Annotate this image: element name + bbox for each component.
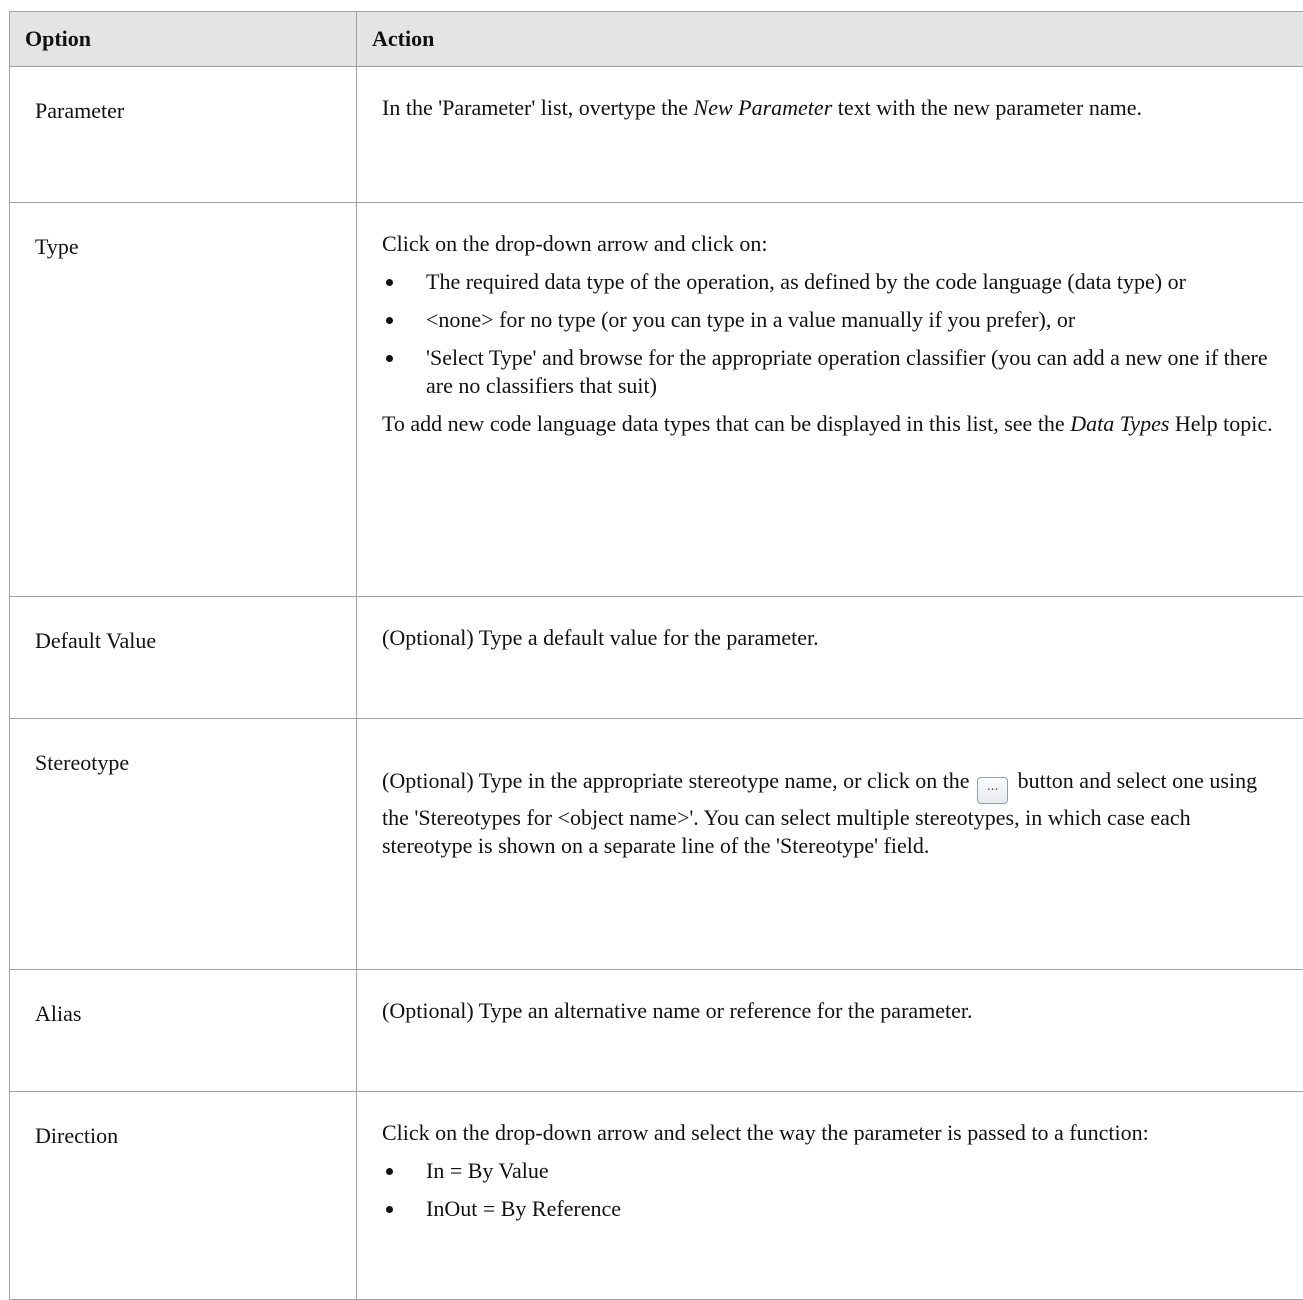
bullet-icon [386, 1206, 393, 1213]
option-cell-parameter: Parameter [10, 67, 357, 203]
ellipsis-button-image: ... [977, 777, 1008, 804]
type-intro-text: Click on the drop-down arrow and click o… [382, 230, 1283, 258]
data-types-topic-link: Data Types [1070, 411, 1169, 436]
option-cell-default-value: Default Value [10, 597, 357, 719]
bullet-icon [386, 1168, 393, 1175]
action-cell-parameter: In the 'Parameter' list, overtype the Ne… [357, 67, 1303, 203]
list-item: The required data type of the operation,… [382, 268, 1283, 296]
type-outro-text: To add new code language data types that… [382, 410, 1283, 438]
list-item: <none> for no type (or you can type in a… [382, 306, 1283, 334]
option-column-header: Option [10, 12, 357, 67]
stereotype-text-before: (Optional) Type in the appropriate stere… [382, 768, 975, 793]
table-row-parameter: Parameter In the 'Parameter' list, overt… [10, 67, 1303, 203]
parameter-text-before: In the 'Parameter' list, overtype the [382, 95, 694, 120]
type-outro-before: To add new code language data types that… [382, 411, 1070, 436]
alias-text: (Optional) Type an alternative name or r… [382, 997, 1283, 1025]
table-row-type: Type Click on the drop-down arrow and cl… [10, 203, 1303, 597]
action-cell-stereotype: (Optional) Type in the appropriate stere… [357, 719, 1303, 970]
type-outro-after: Help topic. [1169, 411, 1272, 436]
table-header-row: Option Action [10, 12, 1303, 67]
table-row-direction: Direction Click on the drop-down arrow a… [10, 1092, 1303, 1300]
list-item: InOut = By Reference [382, 1195, 1283, 1223]
stereotype-action-text: (Optional) Type in the appropriate stere… [382, 767, 1283, 860]
table-row-default-value: Default Value (Optional) Type a default … [10, 597, 1303, 719]
option-cell-type: Type [10, 203, 357, 597]
action-cell-default-value: (Optional) Type a default value for the … [357, 597, 1303, 719]
default-value-text: (Optional) Type a default value for the … [382, 624, 1283, 652]
type-bullet-text: <none> for no type (or you can type in a… [426, 307, 1075, 332]
parameter-text-after: text with the new parameter name. [832, 95, 1142, 120]
type-bullet-text: 'Select Type' and browse for the appropr… [426, 345, 1268, 398]
options-table: Option Action Parameter In the 'Paramete… [9, 11, 1303, 1300]
direction-bullet-list: In = By Value InOut = By Reference [382, 1157, 1283, 1223]
bullet-icon [386, 355, 393, 362]
list-item: In = By Value [382, 1157, 1283, 1185]
list-item: 'Select Type' and browse for the appropr… [382, 344, 1283, 400]
action-cell-type: Click on the drop-down arrow and click o… [357, 203, 1303, 597]
option-cell-stereotype: Stereotype [10, 719, 357, 970]
direction-bullet-text: InOut = By Reference [426, 1196, 621, 1221]
type-bullet-list: The required data type of the operation,… [382, 268, 1283, 400]
bullet-icon [386, 317, 393, 324]
type-bullet-text: The required data type of the operation,… [426, 269, 1186, 294]
direction-intro-text: Click on the drop-down arrow and select … [382, 1119, 1283, 1147]
option-cell-direction: Direction [10, 1092, 357, 1300]
action-column-header: Action [357, 12, 1303, 67]
parameter-action-text: In the 'Parameter' list, overtype the Ne… [382, 94, 1283, 122]
new-parameter-term: New Parameter [694, 95, 833, 120]
bullet-icon [386, 279, 393, 286]
action-cell-direction: Click on the drop-down arrow and select … [357, 1092, 1303, 1300]
table-row-stereotype: Stereotype (Optional) Type in the approp… [10, 719, 1303, 970]
direction-bullet-text: In = By Value [426, 1158, 549, 1183]
